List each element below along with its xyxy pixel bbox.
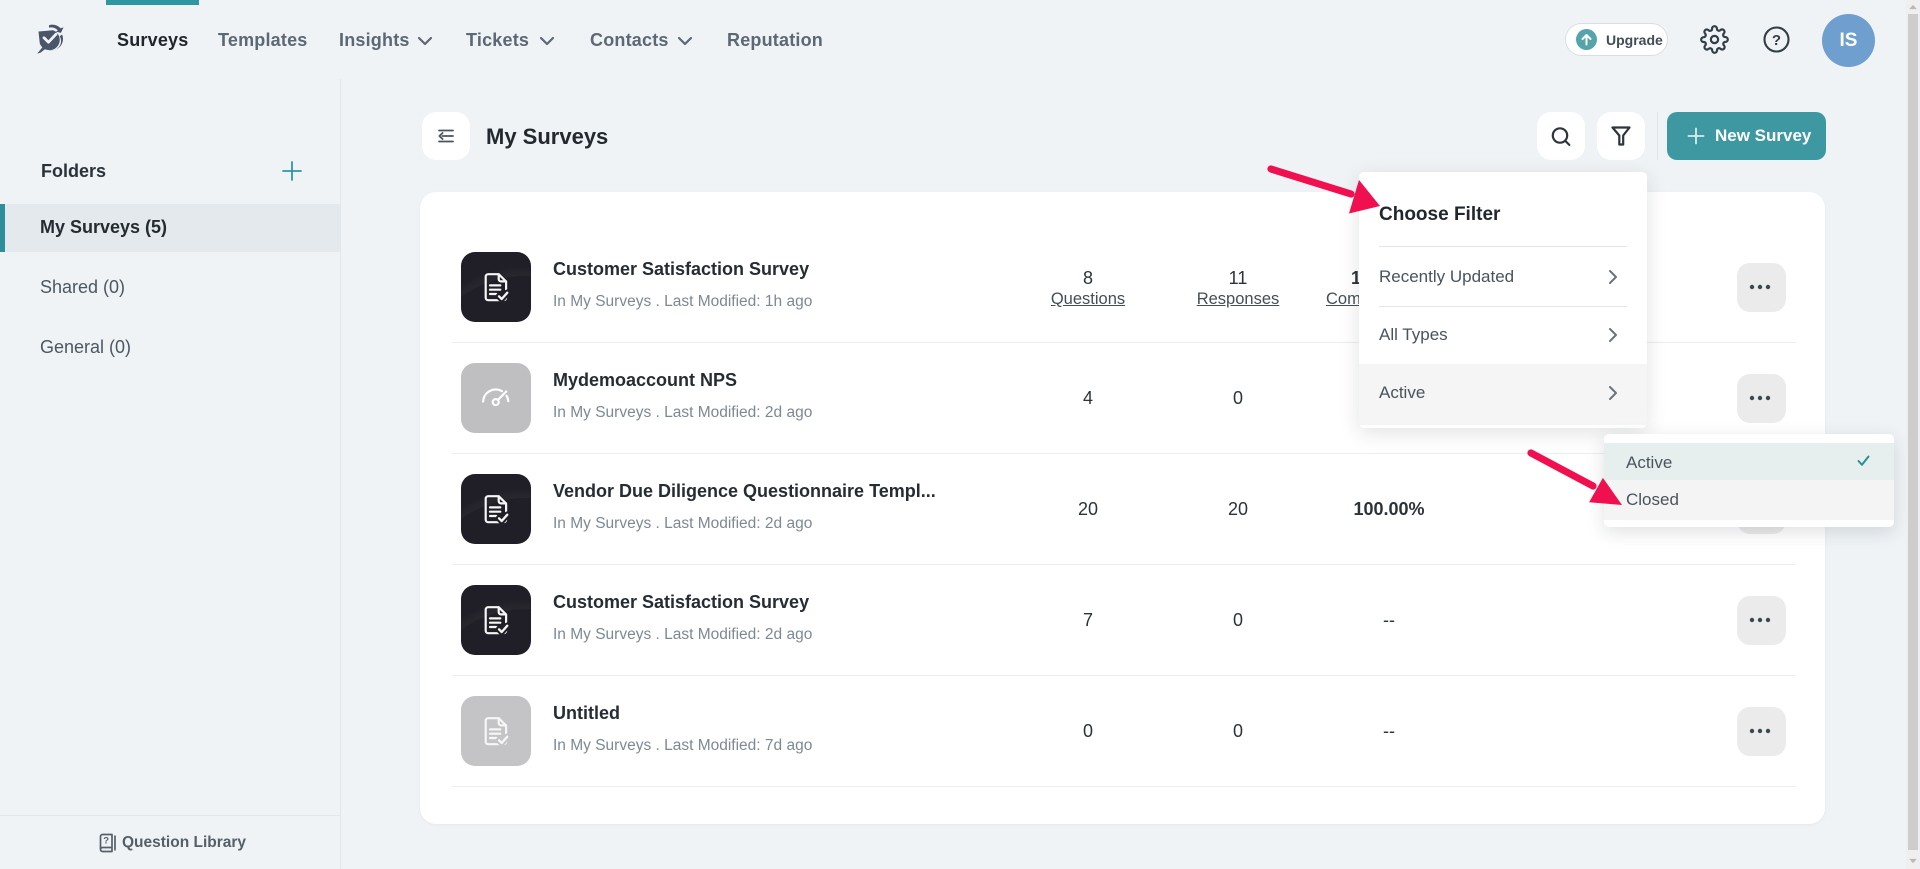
svg-text:?: ? — [1772, 32, 1781, 49]
svg-text:?: ? — [103, 836, 109, 847]
